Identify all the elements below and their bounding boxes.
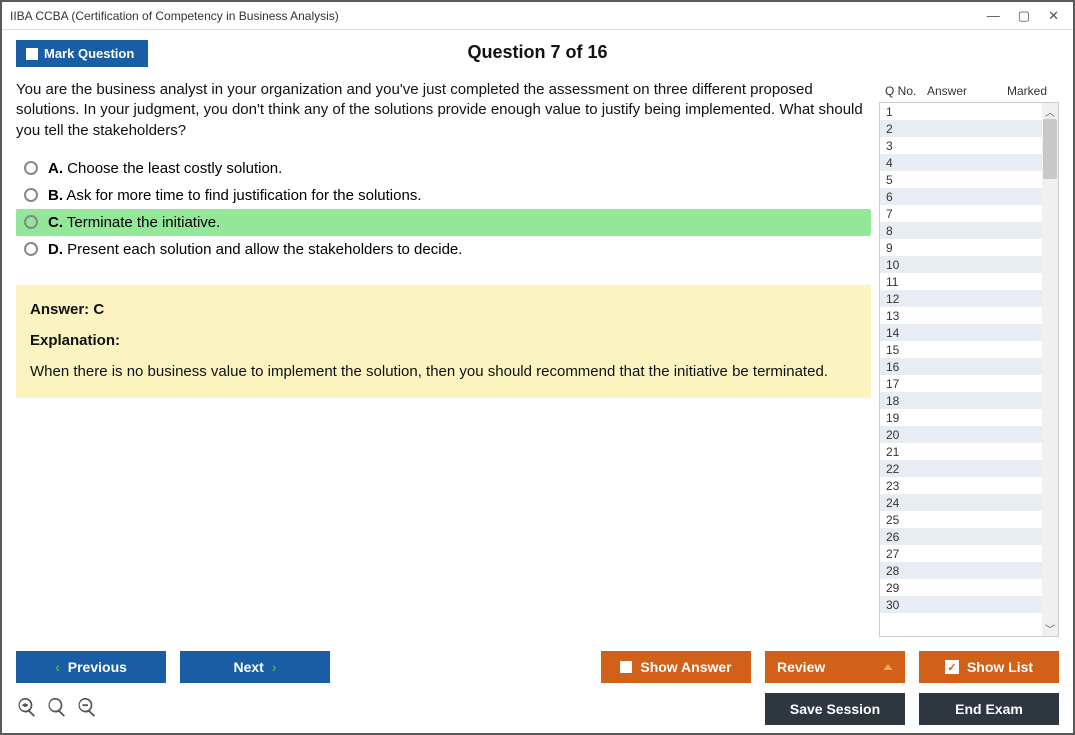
qlist-row[interactable]: 18 [880,392,1042,409]
qlist-row[interactable]: 9 [880,239,1042,256]
option-text: Present each solution and allow the stak… [67,241,462,258]
option-a[interactable]: A. Choose the least costly solution. [16,155,871,182]
close-icon[interactable]: ✕ [1048,8,1059,24]
titlebar: IIBA CCBA (Certification of Competency i… [2,2,1073,30]
option-d[interactable]: D. Present each solution and allow the s… [16,236,871,263]
check-icon: ✓ [945,660,959,674]
review-button[interactable]: Review [765,651,905,683]
checkbox-icon [26,48,38,60]
radio-icon [24,215,38,229]
answer-explanation-panel: Answer: C Explanation: When there is no … [16,285,871,398]
qlist-row[interactable]: 22 [880,460,1042,477]
qlist-row[interactable]: 27 [880,545,1042,562]
qlist-row[interactable]: 29 [880,579,1042,596]
save-session-label: Save Session [790,701,880,717]
col-header-qno: Q No. [885,84,927,98]
option-text: Choose the least costly solution. [67,160,282,177]
show-list-label: Show List [967,659,1033,675]
minimize-icon[interactable]: — [987,8,1000,24]
scroll-thumb[interactable] [1043,119,1057,179]
radio-icon [24,161,38,175]
question-area: You are the business analyst in your org… [16,80,871,637]
next-button[interactable]: Next › [180,651,330,683]
qlist-row[interactable]: 25 [880,511,1042,528]
triangle-up-icon [883,664,893,670]
scroll-down-icon[interactable]: ﹀ [1042,620,1058,636]
col-header-marked: Marked [1005,84,1057,98]
qlist-row[interactable]: 7 [880,205,1042,222]
qlist-row[interactable]: 5 [880,171,1042,188]
qlist-row[interactable]: 8 [880,222,1042,239]
col-header-answer: Answer [927,84,1005,98]
qlist-row[interactable]: 2 [880,120,1042,137]
qlist-row[interactable]: 4 [880,154,1042,171]
question-number-list[interactable]: 1234567891011121314151617181920212223242… [880,103,1042,636]
qlist-row[interactable]: 21 [880,443,1042,460]
qlist-row[interactable]: 17 [880,375,1042,392]
option-b[interactable]: B. Ask for more time to find justificati… [16,182,871,209]
review-label: Review [777,659,825,675]
qlist-row[interactable]: 1 [880,103,1042,120]
explanation-label: Explanation: [30,332,857,349]
end-exam-label: End Exam [955,701,1023,717]
show-answer-label: Show Answer [640,659,731,675]
option-letter: C. [48,214,63,231]
previous-label: Previous [68,659,127,675]
answer-line: Answer: C [30,301,857,318]
window-title: IIBA CCBA (Certification of Competency i… [10,9,987,23]
qlist-row[interactable]: 3 [880,137,1042,154]
qlist-row[interactable]: 23 [880,477,1042,494]
show-list-button[interactable]: ✓ Show List [919,651,1059,683]
qlist-row[interactable]: 30 [880,596,1042,613]
end-exam-button[interactable]: End Exam [919,693,1059,725]
mark-question-label: Mark Question [44,46,134,61]
zoom-reset-icon[interactable] [16,696,38,723]
qlist-row[interactable]: 24 [880,494,1042,511]
qlist-row[interactable]: 10 [880,256,1042,273]
mark-question-button[interactable]: Mark Question [16,40,148,67]
option-text: Ask for more time to find justification … [66,187,421,204]
scrollbar[interactable]: ︿ ﹀ [1042,103,1058,636]
previous-button[interactable]: ‹ Previous [16,651,166,683]
radio-icon [24,242,38,256]
square-icon [620,661,632,673]
next-label: Next [233,659,263,675]
app-window: IIBA CCBA (Certification of Competency i… [0,0,1075,735]
explanation-text: When there is no business value to imple… [30,363,857,380]
qlist-row[interactable]: 16 [880,358,1042,375]
zoom-out-icon[interactable] [76,696,98,723]
scroll-up-icon[interactable]: ︿ [1042,103,1058,119]
option-text: Terminate the initiative. [67,214,220,231]
zoom-in-icon[interactable] [46,696,68,723]
qlist-row[interactable]: 26 [880,528,1042,545]
qlist-row[interactable]: 13 [880,307,1042,324]
qlist-row[interactable]: 6 [880,188,1042,205]
radio-icon [24,188,38,202]
qlist-row[interactable]: 11 [880,273,1042,290]
option-letter: B. [48,187,63,204]
option-letter: D. [48,241,63,258]
qlist-row[interactable]: 15 [880,341,1042,358]
option-c[interactable]: C. Terminate the initiative. [16,209,871,236]
chevron-left-icon: ‹ [55,659,60,675]
maximize-icon[interactable]: ▢ [1018,8,1030,24]
show-answer-button[interactable]: Show Answer [601,651,751,683]
qlist-row[interactable]: 19 [880,409,1042,426]
question-counter: Question 7 of 16 [16,42,1059,63]
chevron-right-icon: › [272,659,277,675]
qlist-row[interactable]: 14 [880,324,1042,341]
option-letter: A. [48,160,63,177]
question-list-panel: Q No. Answer Marked 12345678910111213141… [879,80,1059,637]
qlist-row[interactable]: 12 [880,290,1042,307]
qlist-row[interactable]: 28 [880,562,1042,579]
save-session-button[interactable]: Save Session [765,693,905,725]
question-text: You are the business analyst in your org… [16,80,871,141]
options-list: A. Choose the least costly solution.B. A… [16,155,871,263]
qlist-row[interactable]: 20 [880,426,1042,443]
